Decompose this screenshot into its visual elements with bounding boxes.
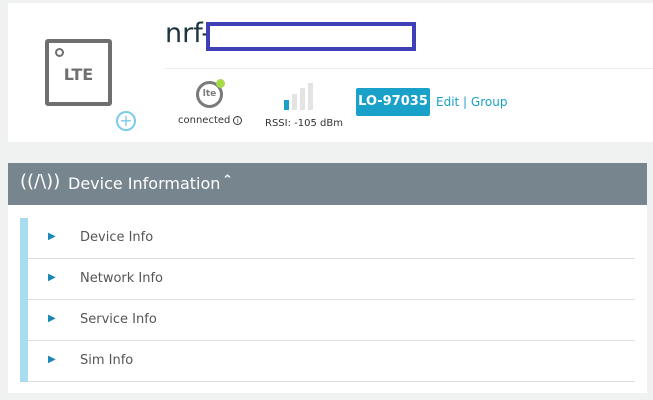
- info-icon[interactable]: i: [233, 115, 243, 125]
- lte-status-icon: lte: [196, 79, 225, 108]
- antenna-icon: ((/\)): [20, 171, 61, 192]
- device-name: nrf-: [165, 18, 211, 49]
- list-item[interactable]: ▶ Network Info: [20, 259, 635, 300]
- caret-right-icon: ▶: [48, 313, 56, 324]
- section-panel: ▶ Device Info ▶ Network Info ▶ Service Info…: [8, 205, 647, 393]
- divider: [165, 68, 653, 69]
- section-title: Device Information: [68, 174, 221, 193]
- caret-right-icon: ▶: [48, 354, 56, 365]
- signal-strength-icon: [284, 83, 318, 110]
- list-item[interactable]: ▶ Sim Info: [20, 341, 635, 382]
- redaction-box: [206, 22, 416, 51]
- caret-right-icon: ▶: [48, 272, 56, 283]
- connection-status: connected i: [178, 115, 243, 126]
- chevron-up-icon[interactable]: ⌃: [222, 173, 233, 188]
- edit-group-link[interactable]: Edit | Group: [436, 95, 507, 109]
- list-item[interactable]: ▶ Device Info: [20, 218, 635, 259]
- list-item[interactable]: ▶ Service Info: [20, 300, 635, 341]
- add-icon[interactable]: +: [116, 111, 136, 131]
- lte-device-icon: LTE: [45, 39, 112, 106]
- caret-right-icon: ▶: [48, 231, 56, 242]
- device-id-badge[interactable]: LO-97035: [356, 88, 430, 116]
- section-header[interactable]: ((/\)) Device Information ⌃: [8, 163, 647, 205]
- rssi-value: RSSI: -105 dBm: [265, 118, 343, 129]
